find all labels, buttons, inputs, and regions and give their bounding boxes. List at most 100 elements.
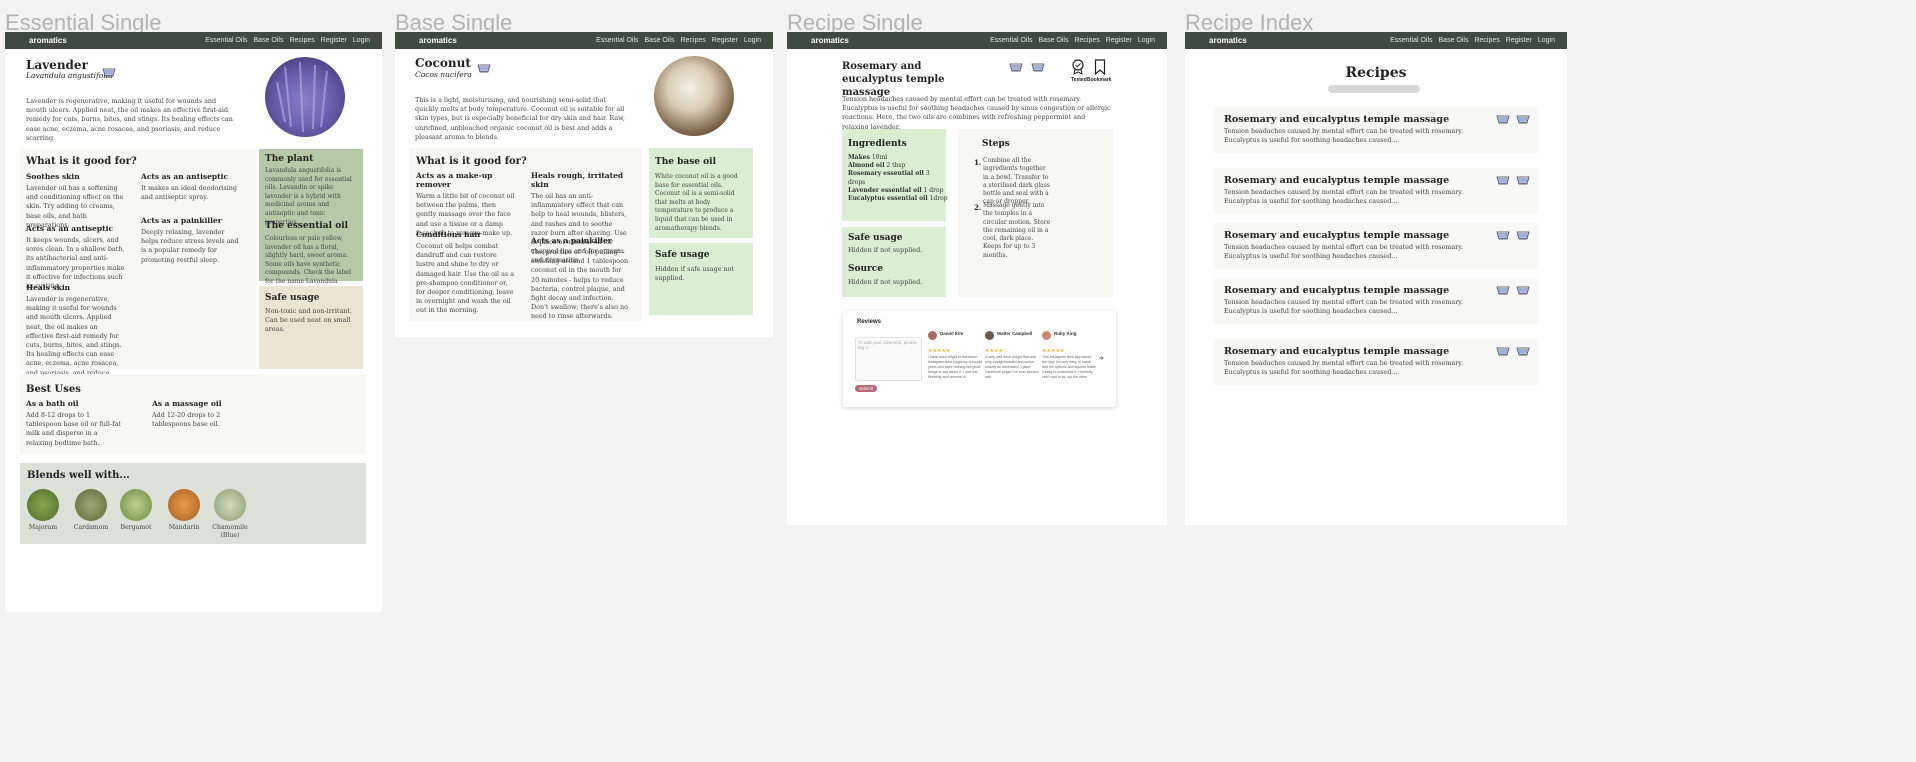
brand-logo[interactable]: aromatics xyxy=(29,36,67,45)
recipe-card-text: Tension headaches caused by mental effor… xyxy=(1224,298,1464,315)
recipe-card-title: Rosemary and eucalyptus temple massage xyxy=(1224,230,1450,241)
recipe-card[interactable]: Rosemary and eucalyptus temple massage T… xyxy=(1214,168,1538,214)
base-oil-title: The base oil xyxy=(655,157,716,167)
blend-label: Chamomile (Blue) xyxy=(212,524,248,539)
nav-login[interactable]: Login xyxy=(1538,37,1555,44)
steps-title: Steps xyxy=(982,139,1010,149)
nav-register[interactable]: Register xyxy=(1506,37,1532,44)
arrow-right-icon[interactable] xyxy=(1098,355,1104,361)
recipe-card[interactable]: Rosemary and eucalyptus temple massage T… xyxy=(1214,339,1538,385)
blend-label: Bergamot xyxy=(120,524,152,531)
bowl-icon xyxy=(1496,176,1510,185)
safe-usage-text: Non-toxic and non-irritant. Can be used … xyxy=(265,307,352,334)
avatar xyxy=(985,331,994,340)
item-text: Add 8-12 drops to 1 tablespoon base oil … xyxy=(26,411,121,447)
blend-thumb[interactable] xyxy=(27,489,59,521)
recipe-card[interactable]: Rosemary and eucalyptus temple massage T… xyxy=(1214,107,1538,153)
item-text: Deeply relaxing, lavender helps reduce s… xyxy=(141,228,239,264)
step-text: Combine all the ingredients together in … xyxy=(983,157,1050,206)
item-title: As a massage oil xyxy=(152,399,222,408)
source-text: Hidden if not supplied. xyxy=(848,278,923,286)
recipe-card-text: Tension headaches caused by mental effor… xyxy=(1224,243,1464,260)
reviewer-name: Daniel Kite xyxy=(940,331,964,336)
nav-recipes[interactable]: Recipes xyxy=(1074,37,1099,44)
recipe-index-frame: aromatics Essential Oils Base Oils Recip… xyxy=(1185,32,1567,525)
page-title: Rosemary and eucalyptus temple massage xyxy=(842,61,945,98)
base-oil-panel: The base oil White coconut oil is a good… xyxy=(649,148,753,238)
bookmark-label: Bookmark xyxy=(1087,77,1112,83)
bowl-icon xyxy=(1496,115,1510,124)
star-rating: ★★★★★ xyxy=(928,348,951,354)
tested-label: Tested xyxy=(1071,77,1087,83)
item-title: Conditions hair xyxy=(416,230,482,239)
top-nav: aromatics Essential Oils Base Oils Recip… xyxy=(1185,32,1567,49)
oil-title: The essential oil xyxy=(265,221,349,231)
essential-single-frame: aromatics Essential Oils Base Oils Recip… xyxy=(5,32,382,612)
ingredient-row: Lavender essential oil 1 drop xyxy=(848,186,944,194)
nav-base-oils[interactable]: Base Oils xyxy=(645,37,675,44)
step-number: 2. xyxy=(974,203,982,212)
good-for-item: Acts as a painkiller Deeply relaxing, la… xyxy=(141,216,241,265)
comment-input[interactable]: To add your comment, please log in xyxy=(855,337,922,381)
safe-usage-panel: Safe usage Non-toxic and non-irritant. C… xyxy=(259,286,363,369)
good-for-title: What is it good for? xyxy=(416,156,527,167)
plant-title: The plant xyxy=(265,154,314,164)
nav-register[interactable]: Register xyxy=(1106,37,1132,44)
blend-thumb[interactable] xyxy=(120,489,152,521)
reviews-panel: Reviews To add your comment, please log … xyxy=(843,311,1116,407)
plant-oil-panel: The plant Lavandula angustifolia is comm… xyxy=(259,149,363,294)
item-title: Acts as a painkiller xyxy=(531,236,612,245)
submit-button[interactable]: Submit xyxy=(855,385,877,392)
nav-essential-oils[interactable]: Essential Oils xyxy=(205,37,247,44)
nav-essential-oils[interactable]: Essential Oils xyxy=(596,37,638,44)
intro-text: Tension headaches caused by mental effor… xyxy=(842,95,1111,131)
item-title: As a bath oil xyxy=(26,399,79,408)
filter-bar[interactable] xyxy=(1328,85,1420,93)
nav-recipes[interactable]: Recipes xyxy=(680,37,705,44)
blend-thumb[interactable] xyxy=(168,489,200,521)
nav-base-oils[interactable]: Base Oils xyxy=(1439,37,1469,44)
best-uses-title: Best Uses xyxy=(26,384,81,395)
good-for-item: Soothes skin Lavender oil has a softenin… xyxy=(26,172,126,230)
item-title: Soothes skin xyxy=(26,172,80,181)
ingredients-title: Ingredients xyxy=(848,139,907,149)
good-for-title: What is it good for? xyxy=(26,156,137,167)
latin-name: Cocos nucifera xyxy=(415,70,472,79)
base-oil-text: White coconut oil is a good base for ess… xyxy=(655,173,738,232)
good-for-item: Acts as an antiseptic It keeps wounds, u… xyxy=(26,224,126,291)
blend-thumb[interactable] xyxy=(214,489,246,521)
award-icon[interactable] xyxy=(1071,59,1085,75)
item-title: Acts as an antiseptic xyxy=(141,172,229,181)
page-title: Lavender xyxy=(26,58,88,72)
nav-login[interactable]: Login xyxy=(1138,37,1155,44)
recipe-card-title: Rosemary and eucalyptus temple massage xyxy=(1224,114,1450,125)
nav-register[interactable]: Register xyxy=(321,37,347,44)
blend-thumb[interactable] xyxy=(75,489,107,521)
nav-recipes[interactable]: Recipes xyxy=(1474,37,1499,44)
nav-essential-oils[interactable]: Essential Oils xyxy=(990,37,1032,44)
reviewer-name: Ruby King xyxy=(1054,331,1077,336)
recipe-card[interactable]: Rosemary and eucalyptus temple massage T… xyxy=(1214,278,1538,324)
source-title: Source xyxy=(848,264,883,274)
nav-recipes[interactable]: Recipes xyxy=(289,37,314,44)
item-title: Heals skin xyxy=(26,283,71,292)
item-text: It makes an ideal deodorising and antise… xyxy=(141,184,238,202)
nav-register[interactable]: Register xyxy=(712,37,738,44)
nav-essential-oils[interactable]: Essential Oils xyxy=(1390,37,1432,44)
nav-login[interactable]: Login xyxy=(744,37,761,44)
bowl-icon xyxy=(1516,115,1530,124)
safe-usage-panel: Safe usage Hidden if safe usage not supp… xyxy=(649,243,753,315)
bowl-icon xyxy=(1496,231,1510,240)
intro-text: Lavender is regenerative, making it usef… xyxy=(26,97,233,142)
recipe-card[interactable]: Rosemary and eucalyptus temple massage T… xyxy=(1214,223,1538,269)
brand-logo[interactable]: aromatics xyxy=(1209,36,1247,45)
nav-login[interactable]: Login xyxy=(353,37,370,44)
brand-logo[interactable]: aromatics xyxy=(811,36,849,45)
bookmark-icon[interactable] xyxy=(1094,59,1106,75)
best-uses-section: Best Uses As a bath oil Add 8-12 drops t… xyxy=(20,374,366,454)
nav-base-oils[interactable]: Base Oils xyxy=(1039,37,1069,44)
brand-logo[interactable]: aromatics xyxy=(419,36,457,45)
recipe-card-text: Tension headaches caused by mental effor… xyxy=(1224,359,1464,376)
recipe-card-title: Rosemary and eucalyptus temple massage xyxy=(1224,175,1450,186)
nav-base-oils[interactable]: Base Oils xyxy=(254,37,284,44)
